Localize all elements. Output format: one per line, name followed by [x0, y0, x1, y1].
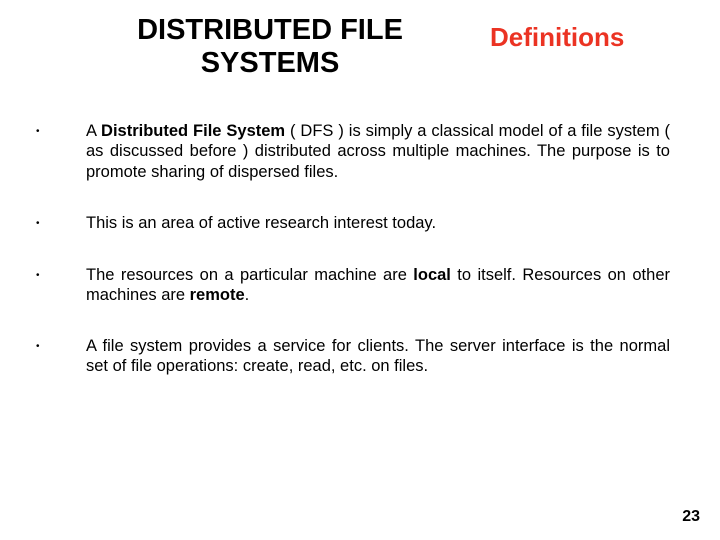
- bullet-icon: •: [30, 121, 86, 143]
- text-bold: remote: [190, 286, 245, 304]
- list-item: • The resources on a particular machine …: [30, 265, 670, 306]
- slide-title-left: DISTRIBUTED FILE SYSTEMS: [80, 14, 460, 81]
- bullet-icon: •: [30, 213, 86, 235]
- list-item: • A Distributed File System ( DFS ) is s…: [30, 121, 670, 183]
- slide-body: • A Distributed File System ( DFS ) is s…: [0, 81, 720, 377]
- text-segment: A: [86, 122, 101, 140]
- text-segment: .: [245, 286, 250, 304]
- bullet-icon: •: [30, 265, 86, 287]
- slide-title-right: Definitions: [460, 22, 680, 73]
- bullet-icon: •: [30, 336, 86, 358]
- slide-header: DISTRIBUTED FILE SYSTEMS Definitions: [0, 0, 720, 81]
- bullet-text: This is an area of active research inter…: [86, 213, 670, 234]
- text-bold: Distributed File System: [101, 122, 285, 140]
- bullet-text: The resources on a particular machine ar…: [86, 265, 670, 306]
- page-number: 23: [682, 508, 700, 526]
- list-item: • This is an area of active research int…: [30, 213, 670, 235]
- bullet-text: A file system provides a service for cli…: [86, 336, 670, 377]
- bullet-text: A Distributed File System ( DFS ) is sim…: [86, 121, 670, 183]
- text-bold: local: [413, 266, 451, 284]
- text-segment: The resources on a particular machine ar…: [86, 266, 413, 284]
- list-item: • A file system provides a service for c…: [30, 336, 670, 377]
